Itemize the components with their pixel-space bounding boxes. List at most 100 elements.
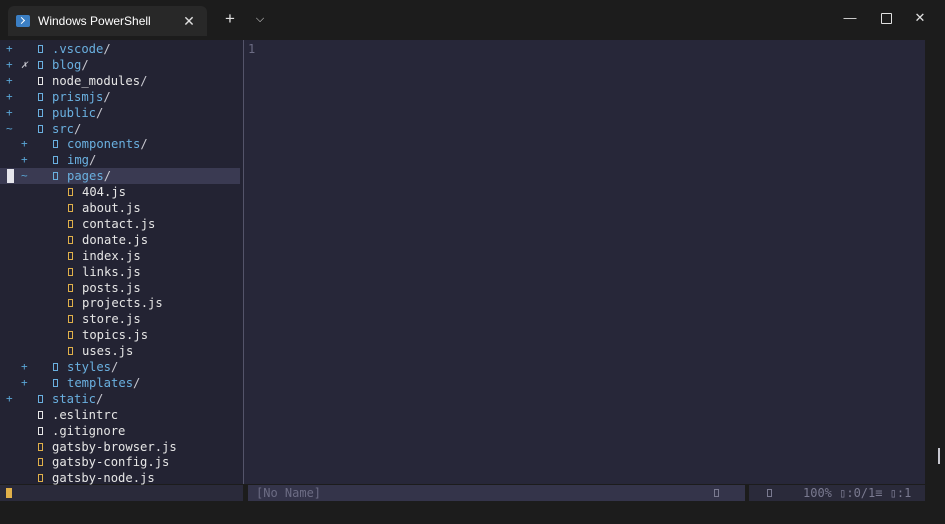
folder-icon bbox=[38, 124, 43, 133]
tree-file-item[interactable]: posts.js bbox=[0, 280, 240, 296]
js-file-icon bbox=[38, 442, 43, 451]
tree-item-label: posts.js bbox=[82, 280, 141, 295]
tree-dir-item[interactable]: ~ src/ bbox=[0, 121, 240, 137]
tree-file-item[interactable]: links.js bbox=[0, 264, 240, 280]
git-deleted-marker: ✗ bbox=[21, 57, 28, 71]
js-file-icon bbox=[68, 188, 73, 197]
tree-file-item[interactable]: 404.js bbox=[0, 184, 240, 200]
tree-file-item[interactable]: topics.js bbox=[0, 327, 240, 343]
tree-dir-item[interactable]: + node_modules/ bbox=[0, 73, 240, 89]
file-tree-pane[interactable]: + .vscode/+ ✗ blog/+ node_modules/+ prismjs/+… bbox=[0, 40, 243, 486]
tree-item-label: donate.js bbox=[82, 232, 149, 247]
encoding-icon bbox=[767, 489, 772, 497]
tree-item-label: projects.js bbox=[82, 296, 163, 311]
tree-file-item[interactable]: gatsby-config.js bbox=[0, 454, 240, 470]
tree-item-label: index.js bbox=[82, 248, 141, 263]
tree-item-label: static/ bbox=[52, 391, 104, 406]
folder-icon bbox=[38, 108, 43, 117]
git-added-marker: + bbox=[6, 42, 13, 55]
minimize-button[interactable]: — bbox=[830, 6, 870, 30]
tree-item-label: gatsby-node.js bbox=[52, 471, 155, 486]
title-bar: Windows PowerShell ✕ + ⌵ — ✕ bbox=[0, 0, 945, 38]
tree-dir-item[interactable]: + components/ bbox=[0, 136, 240, 152]
status-position-section: 100% ▯:0/1≡ ▯:1 bbox=[749, 485, 925, 501]
tree-file-item[interactable]: .gitignore bbox=[0, 423, 240, 439]
js-file-icon bbox=[68, 219, 73, 228]
tree-file-item[interactable]: contact.js bbox=[0, 216, 240, 232]
tree-item-label: gatsby-browser.js bbox=[52, 439, 177, 454]
tree-dir-item[interactable]: + public/ bbox=[0, 105, 240, 121]
tab-title: Windows PowerShell bbox=[38, 14, 151, 28]
tree-item-label: components/ bbox=[67, 137, 148, 152]
tree-dir-item[interactable]: + prismjs/ bbox=[0, 89, 240, 105]
status-tree-section bbox=[0, 485, 243, 501]
terminal-window: Windows PowerShell ✕ + ⌵ — ✕ + .vscode/ + ✗… bbox=[0, 0, 945, 524]
tree-file-item[interactable]: gatsby-browser.js bbox=[0, 439, 240, 455]
js-file-icon bbox=[38, 474, 43, 483]
tab-close-button[interactable]: ✕ bbox=[179, 13, 199, 30]
folder-icon bbox=[38, 76, 43, 85]
tree-item-label: styles/ bbox=[67, 360, 119, 374]
git-added-marker: + bbox=[6, 391, 13, 405]
tab-windows-powershell[interactable]: Windows PowerShell ✕ bbox=[8, 6, 207, 36]
tree-dir-item[interactable]: ~ pages/ bbox=[0, 168, 240, 185]
js-file-icon bbox=[68, 235, 73, 244]
tree-item-label: .eslintrc bbox=[52, 407, 119, 422]
tree-file-item[interactable]: projects.js bbox=[0, 295, 240, 311]
js-file-icon bbox=[68, 204, 73, 212]
git-added-marker: + bbox=[6, 73, 13, 87]
git-modified-marker: ~ bbox=[21, 169, 28, 183]
git-added-marker: + bbox=[21, 137, 28, 151]
git-added-marker: + bbox=[6, 57, 13, 71]
tree-file-item[interactable]: about.js bbox=[0, 200, 240, 216]
tree-file-item[interactable]: uses.js bbox=[0, 343, 240, 359]
js-file-icon bbox=[68, 315, 73, 324]
tree-dir-item[interactable]: + templates/ bbox=[0, 375, 240, 391]
git-added-marker: + bbox=[6, 105, 13, 119]
folder-icon bbox=[38, 394, 43, 403]
tab-dropdown-button[interactable]: ⌵ bbox=[248, 8, 272, 30]
git-added-marker: + bbox=[21, 153, 28, 167]
tree-item-label: prismjs/ bbox=[52, 89, 111, 104]
new-tab-button[interactable]: + bbox=[218, 8, 242, 30]
folder-icon bbox=[53, 378, 58, 387]
close-window-button[interactable]: ✕ bbox=[900, 6, 940, 30]
git-modified-marker: ~ bbox=[6, 121, 13, 135]
powershell-icon bbox=[16, 15, 30, 27]
tree-file-item[interactable]: .eslintrc bbox=[0, 407, 240, 423]
tree-file-item[interactable]: index.js bbox=[0, 248, 240, 264]
status-line: [No Name] 100% ▯:0/1≡ ▯:1 bbox=[0, 485, 945, 501]
file-icon bbox=[38, 410, 43, 419]
git-added-marker: + bbox=[21, 375, 28, 389]
cursor-position: 100% ▯:0/1≡ ▯:1 bbox=[803, 486, 912, 500]
tree-dir-item[interactable]: + styles/ bbox=[0, 359, 240, 375]
tree-dir-item[interactable]: + ✗ blog/ bbox=[0, 57, 240, 73]
tree-item-label: about.js bbox=[82, 201, 141, 215]
command-line[interactable] bbox=[0, 502, 945, 524]
js-file-icon bbox=[68, 347, 73, 356]
maximize-icon bbox=[880, 13, 892, 25]
tree-item-label: pages/ bbox=[67, 169, 112, 184]
filetype-icon bbox=[714, 489, 719, 497]
tree-dir-item[interactable]: + img/ bbox=[0, 152, 240, 168]
file-icon bbox=[38, 426, 43, 435]
tree-item-label: src/ bbox=[52, 121, 82, 136]
terminal-content[interactable]: + .vscode/+ ✗ blog/+ node_modules/+ prismjs/+… bbox=[0, 40, 945, 524]
tree-item-label: .vscode/ bbox=[52, 42, 111, 56]
tree-item-label: .gitignore bbox=[52, 423, 126, 438]
tree-file-item[interactable]: store.js bbox=[0, 311, 240, 327]
buffer-name: [No Name] bbox=[256, 486, 322, 500]
js-file-icon bbox=[68, 267, 73, 276]
tree-dir-item[interactable]: + .vscode/ bbox=[0, 41, 240, 57]
js-file-icon bbox=[68, 283, 73, 292]
scrollbar[interactable] bbox=[938, 448, 940, 464]
tree-item-label: gatsby-config.js bbox=[52, 455, 170, 470]
js-file-icon bbox=[68, 299, 73, 308]
tree-dir-item[interactable]: + static/ bbox=[0, 391, 240, 407]
editor-pane[interactable]: 1 bbox=[244, 40, 925, 484]
folder-icon bbox=[38, 45, 43, 53]
folder-icon bbox=[53, 156, 58, 165]
js-file-icon bbox=[38, 458, 43, 467]
tree-file-item[interactable]: donate.js bbox=[0, 232, 240, 248]
tree-file-item[interactable]: gatsby-node.js bbox=[0, 470, 240, 486]
